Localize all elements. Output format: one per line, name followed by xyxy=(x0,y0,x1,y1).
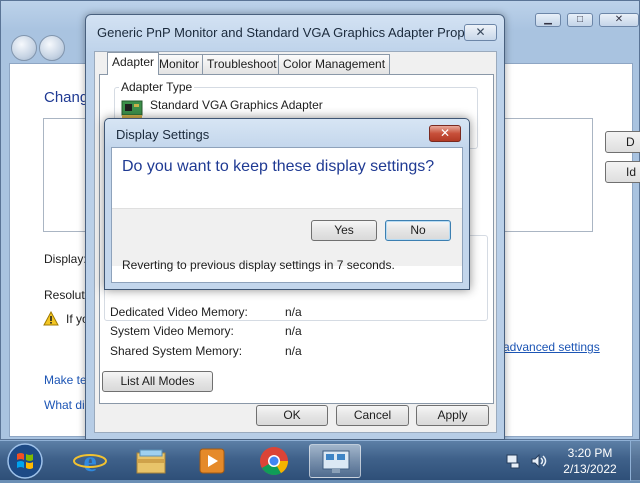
identify-button[interactable]: Id xyxy=(605,161,640,183)
network-icon[interactable] xyxy=(506,453,522,469)
advanced-settings-link[interactable]: advanced settings xyxy=(503,340,600,354)
memory-value-system: n/a xyxy=(285,324,302,338)
warning-icon xyxy=(43,310,59,326)
adapter-type-label: Adapter Type xyxy=(119,80,195,94)
chrome-icon[interactable] xyxy=(248,444,300,478)
taskbar: e 3:20 PM 2/13/2022 xyxy=(0,440,640,481)
volume-icon[interactable] xyxy=(530,453,548,469)
media-player-icon[interactable] xyxy=(186,444,238,478)
revert-countdown-text: Reverting to previous display settings i… xyxy=(122,258,395,272)
no-button[interactable]: No xyxy=(385,220,451,241)
dialog-title: Display Settings xyxy=(116,127,210,142)
display-settings-taskbar-icon[interactable] xyxy=(309,444,361,478)
tab-adapter[interactable]: Adapter xyxy=(107,52,160,75)
tab-troubleshoot[interactable]: Troubleshoot xyxy=(202,54,282,74)
show-desktop-button[interactable] xyxy=(630,441,640,481)
file-explorer-icon[interactable] xyxy=(125,444,177,478)
tab-monitor[interactable]: Monitor xyxy=(154,54,205,74)
memory-label-shared: Shared System Memory: xyxy=(110,344,243,358)
memory-label-system: System Video Memory: xyxy=(110,324,234,338)
properties-title: Generic PnP Monitor and Standard VGA Gra… xyxy=(97,25,497,40)
what-display-settings-link[interactable]: What di xyxy=(44,398,85,412)
back-button[interactable] xyxy=(11,35,37,61)
properties-close-button[interactable]: ✕ xyxy=(464,24,497,41)
ok-button[interactable]: OK xyxy=(256,405,328,426)
start-button[interactable] xyxy=(5,442,45,480)
forward-button[interactable] xyxy=(39,35,65,61)
internet-explorer-icon[interactable]: e xyxy=(64,444,116,478)
memory-label-dedicated: Dedicated Video Memory: xyxy=(110,305,248,319)
minimize-button[interactable]: ▁ xyxy=(535,13,561,27)
page-heading: Chang xyxy=(44,89,89,106)
window-close-button[interactable]: ✕ xyxy=(599,13,639,27)
memory-value-shared: n/a xyxy=(285,344,302,358)
maximize-button[interactable]: □ xyxy=(567,13,593,27)
clock-time: 3:20 PM xyxy=(567,446,613,460)
list-all-modes-button[interactable]: List All Modes xyxy=(102,371,213,392)
yes-button[interactable]: Yes xyxy=(311,220,377,241)
dialog-close-button[interactable]: ✕ xyxy=(429,125,461,142)
make-text-larger-link[interactable]: Make te xyxy=(44,373,87,387)
dialog-content: Do you want to keep these display settin… xyxy=(111,147,463,283)
tab-color-management[interactable]: Color Management xyxy=(278,54,391,74)
clock-date: 2/13/2022 xyxy=(563,462,617,476)
display-settings-dialog: Display Settings ✕ Do you want to keep t… xyxy=(104,118,470,290)
display-label: Display: xyxy=(44,252,87,266)
adapter-name: Standard VGA Graphics Adapter xyxy=(150,98,323,112)
memory-value-dedicated: n/a xyxy=(285,305,302,319)
clock[interactable]: 3:20 PM 2/13/2022 xyxy=(552,445,628,477)
keep-settings-question: Do you want to keep these display settin… xyxy=(122,158,435,175)
apply-button[interactable]: Apply xyxy=(416,405,489,426)
svg-text:e: e xyxy=(83,445,96,478)
cancel-button[interactable]: Cancel xyxy=(336,405,409,426)
detect-button[interactable]: D xyxy=(605,131,640,153)
